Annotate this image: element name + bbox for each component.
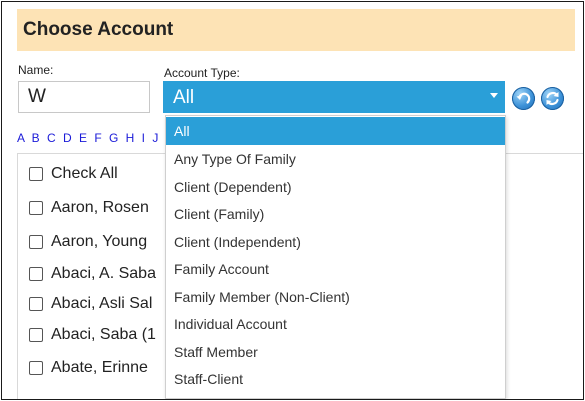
- dropdown-option[interactable]: Staff Member: [166, 338, 505, 366]
- account-type-dropdown: All Any Type Of Family Client (Dependent…: [165, 115, 506, 399]
- checkbox[interactable]: [29, 167, 43, 181]
- choose-account-window: Choose Account Name: Account Type: W All…: [1, 1, 584, 400]
- dropdown-option[interactable]: Family Account: [166, 255, 505, 283]
- checkbox[interactable]: [29, 201, 43, 215]
- list-item[interactable]: Abate, Erinne: [29, 357, 148, 379]
- page-title: Choose Account: [23, 19, 174, 40]
- dropdown-option[interactable]: Client (Dependent): [166, 173, 505, 201]
- account-type-label: Account Type:: [164, 66, 240, 80]
- account-name: Abaci, Saba (1: [51, 326, 156, 343]
- list-item[interactable]: Abaci, Saba (1: [29, 324, 156, 346]
- dropdown-option[interactable]: All: [166, 117, 505, 145]
- account-name: Aaron, Rosen: [51, 199, 149, 216]
- dropdown-option[interactable]: Client (Independent): [166, 228, 505, 256]
- account-type-select[interactable]: All: [163, 81, 505, 113]
- list-item[interactable]: Aaron, Rosen: [29, 197, 149, 219]
- list-item[interactable]: Abaci, A. Saba: [29, 263, 156, 285]
- check-all-row[interactable]: Check All: [29, 163, 118, 185]
- dropdown-option[interactable]: Any Type Of Family: [166, 145, 505, 173]
- undo-arrow-icon: [516, 92, 531, 104]
- account-name: Aaron, Young: [51, 233, 148, 250]
- account-type-selected-value: All: [173, 87, 195, 108]
- list-item[interactable]: Abaci, Asli Sal: [29, 293, 152, 315]
- checkbox[interactable]: [29, 297, 43, 311]
- checkbox[interactable]: [29, 267, 43, 281]
- list-item[interactable]: Aaron, Young: [29, 231, 147, 253]
- dropdown-option[interactable]: Individual Account: [166, 310, 505, 338]
- alphabet-filter[interactable]: A B C D E F G H I J: [17, 131, 160, 145]
- account-name: Abate, Erinne: [51, 359, 148, 376]
- account-name: Abaci, A. Saba: [51, 265, 156, 282]
- dropdown-option[interactable]: Staff-Client: [166, 365, 505, 393]
- name-input[interactable]: W: [18, 81, 150, 113]
- name-label: Name:: [18, 63, 54, 77]
- dropdown-option[interactable]: Family Member (Non-Client): [166, 283, 505, 311]
- chevron-down-icon: [490, 93, 498, 98]
- check-all-label: Check All: [51, 165, 118, 182]
- checkbox[interactable]: [29, 361, 43, 375]
- account-name: Abaci, Asli Sal: [51, 295, 153, 312]
- refresh-icon: [546, 91, 559, 106]
- undo-button[interactable]: [512, 87, 535, 110]
- dropdown-option[interactable]: Client (Family): [166, 200, 505, 228]
- checkbox[interactable]: [29, 235, 43, 249]
- checkbox[interactable]: [29, 328, 43, 342]
- refresh-button[interactable]: [541, 87, 564, 110]
- header-bar: Choose Account: [17, 9, 575, 51]
